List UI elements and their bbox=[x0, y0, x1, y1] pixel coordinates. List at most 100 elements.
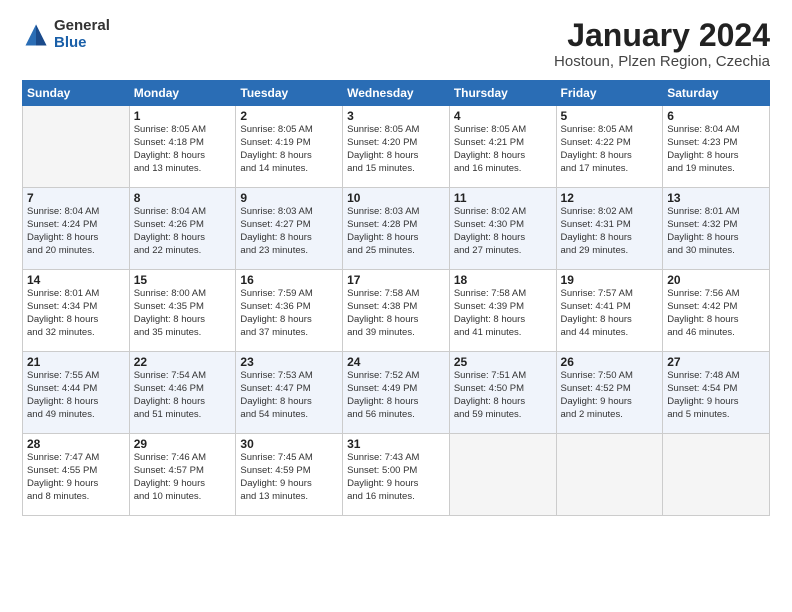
table-row: 21Sunrise: 7:55 AMSunset: 4:44 PMDayligh… bbox=[23, 352, 130, 434]
calendar-week-row: 7Sunrise: 8:04 AMSunset: 4:24 PMDaylight… bbox=[23, 188, 770, 270]
table-row: 7Sunrise: 8:04 AMSunset: 4:24 PMDaylight… bbox=[23, 188, 130, 270]
cell-content: Sunrise: 8:05 AMSunset: 4:21 PMDaylight:… bbox=[454, 124, 552, 175]
calendar-table: Sunday Monday Tuesday Wednesday Thursday… bbox=[22, 80, 770, 516]
page: General Blue January 2024 Hostoun, Plzen… bbox=[0, 0, 792, 612]
day-number: 7 bbox=[27, 191, 125, 205]
calendar-week-row: 1Sunrise: 8:05 AMSunset: 4:18 PMDaylight… bbox=[23, 106, 770, 188]
table-row bbox=[449, 434, 556, 516]
day-number: 3 bbox=[347, 109, 445, 123]
table-row: 30Sunrise: 7:45 AMSunset: 4:59 PMDayligh… bbox=[236, 434, 343, 516]
table-row: 10Sunrise: 8:03 AMSunset: 4:28 PMDayligh… bbox=[343, 188, 450, 270]
table-row bbox=[556, 434, 663, 516]
cell-content: Sunrise: 7:55 AMSunset: 4:44 PMDaylight:… bbox=[27, 370, 125, 421]
cell-content: Sunrise: 7:58 AMSunset: 4:38 PMDaylight:… bbox=[347, 288, 445, 339]
day-number: 25 bbox=[454, 355, 552, 369]
day-number: 1 bbox=[134, 109, 232, 123]
day-number: 2 bbox=[240, 109, 338, 123]
table-row: 17Sunrise: 7:58 AMSunset: 4:38 PMDayligh… bbox=[343, 270, 450, 352]
table-row: 25Sunrise: 7:51 AMSunset: 4:50 PMDayligh… bbox=[449, 352, 556, 434]
header-wednesday: Wednesday bbox=[343, 81, 450, 106]
day-number: 19 bbox=[561, 273, 659, 287]
cell-content: Sunrise: 8:04 AMSunset: 4:26 PMDaylight:… bbox=[134, 206, 232, 257]
day-number: 8 bbox=[134, 191, 232, 205]
table-row bbox=[23, 106, 130, 188]
cell-content: Sunrise: 7:52 AMSunset: 4:49 PMDaylight:… bbox=[347, 370, 445, 421]
table-row: 6Sunrise: 8:04 AMSunset: 4:23 PMDaylight… bbox=[663, 106, 770, 188]
cell-content: Sunrise: 8:01 AMSunset: 4:32 PMDaylight:… bbox=[667, 206, 765, 257]
cell-content: Sunrise: 8:05 AMSunset: 4:19 PMDaylight:… bbox=[240, 124, 338, 175]
cell-content: Sunrise: 8:03 AMSunset: 4:27 PMDaylight:… bbox=[240, 206, 338, 257]
table-row: 27Sunrise: 7:48 AMSunset: 4:54 PMDayligh… bbox=[663, 352, 770, 434]
header: General Blue January 2024 Hostoun, Plzen… bbox=[22, 18, 770, 70]
table-row: 8Sunrise: 8:04 AMSunset: 4:26 PMDaylight… bbox=[129, 188, 236, 270]
title-block: January 2024 Hostoun, Plzen Region, Czec… bbox=[554, 18, 770, 70]
day-number: 31 bbox=[347, 437, 445, 451]
calendar-subtitle: Hostoun, Plzen Region, Czechia bbox=[554, 53, 770, 70]
day-number: 13 bbox=[667, 191, 765, 205]
header-thursday: Thursday bbox=[449, 81, 556, 106]
table-row: 15Sunrise: 8:00 AMSunset: 4:35 PMDayligh… bbox=[129, 270, 236, 352]
table-row: 24Sunrise: 7:52 AMSunset: 4:49 PMDayligh… bbox=[343, 352, 450, 434]
day-number: 18 bbox=[454, 273, 552, 287]
table-row: 1Sunrise: 8:05 AMSunset: 4:18 PMDaylight… bbox=[129, 106, 236, 188]
table-row: 23Sunrise: 7:53 AMSunset: 4:47 PMDayligh… bbox=[236, 352, 343, 434]
table-row: 19Sunrise: 7:57 AMSunset: 4:41 PMDayligh… bbox=[556, 270, 663, 352]
day-number: 6 bbox=[667, 109, 765, 123]
cell-content: Sunrise: 8:01 AMSunset: 4:34 PMDaylight:… bbox=[27, 288, 125, 339]
logo: General Blue bbox=[22, 18, 110, 51]
day-number: 27 bbox=[667, 355, 765, 369]
header-sunday: Sunday bbox=[23, 81, 130, 106]
cell-content: Sunrise: 7:51 AMSunset: 4:50 PMDaylight:… bbox=[454, 370, 552, 421]
cell-content: Sunrise: 8:05 AMSunset: 4:22 PMDaylight:… bbox=[561, 124, 659, 175]
day-number: 15 bbox=[134, 273, 232, 287]
day-number: 4 bbox=[454, 109, 552, 123]
table-row: 18Sunrise: 7:58 AMSunset: 4:39 PMDayligh… bbox=[449, 270, 556, 352]
calendar-week-row: 28Sunrise: 7:47 AMSunset: 4:55 PMDayligh… bbox=[23, 434, 770, 516]
day-number: 20 bbox=[667, 273, 765, 287]
day-number: 29 bbox=[134, 437, 232, 451]
day-number: 30 bbox=[240, 437, 338, 451]
cell-content: Sunrise: 7:58 AMSunset: 4:39 PMDaylight:… bbox=[454, 288, 552, 339]
cell-content: Sunrise: 8:05 AMSunset: 4:20 PMDaylight:… bbox=[347, 124, 445, 175]
table-row: 9Sunrise: 8:03 AMSunset: 4:27 PMDaylight… bbox=[236, 188, 343, 270]
day-number: 26 bbox=[561, 355, 659, 369]
cell-content: Sunrise: 7:59 AMSunset: 4:36 PMDaylight:… bbox=[240, 288, 338, 339]
day-number: 14 bbox=[27, 273, 125, 287]
table-row: 16Sunrise: 7:59 AMSunset: 4:36 PMDayligh… bbox=[236, 270, 343, 352]
cell-content: Sunrise: 8:02 AMSunset: 4:30 PMDaylight:… bbox=[454, 206, 552, 257]
cell-content: Sunrise: 7:53 AMSunset: 4:47 PMDaylight:… bbox=[240, 370, 338, 421]
day-number: 24 bbox=[347, 355, 445, 369]
calendar-title: January 2024 bbox=[554, 18, 770, 53]
cell-content: Sunrise: 7:48 AMSunset: 4:54 PMDaylight:… bbox=[667, 370, 765, 421]
table-row: 31Sunrise: 7:43 AMSunset: 5:00 PMDayligh… bbox=[343, 434, 450, 516]
cell-content: Sunrise: 7:45 AMSunset: 4:59 PMDaylight:… bbox=[240, 452, 338, 503]
cell-content: Sunrise: 7:43 AMSunset: 5:00 PMDaylight:… bbox=[347, 452, 445, 503]
table-row: 28Sunrise: 7:47 AMSunset: 4:55 PMDayligh… bbox=[23, 434, 130, 516]
table-row: 14Sunrise: 8:01 AMSunset: 4:34 PMDayligh… bbox=[23, 270, 130, 352]
cell-content: Sunrise: 7:54 AMSunset: 4:46 PMDaylight:… bbox=[134, 370, 232, 421]
day-number: 10 bbox=[347, 191, 445, 205]
calendar-header-row: Sunday Monday Tuesday Wednesday Thursday… bbox=[23, 81, 770, 106]
table-row: 20Sunrise: 7:56 AMSunset: 4:42 PMDayligh… bbox=[663, 270, 770, 352]
header-monday: Monday bbox=[129, 81, 236, 106]
day-number: 22 bbox=[134, 355, 232, 369]
table-row: 11Sunrise: 8:02 AMSunset: 4:30 PMDayligh… bbox=[449, 188, 556, 270]
table-row: 4Sunrise: 8:05 AMSunset: 4:21 PMDaylight… bbox=[449, 106, 556, 188]
cell-content: Sunrise: 8:04 AMSunset: 4:24 PMDaylight:… bbox=[27, 206, 125, 257]
day-number: 12 bbox=[561, 191, 659, 205]
cell-content: Sunrise: 8:02 AMSunset: 4:31 PMDaylight:… bbox=[561, 206, 659, 257]
logo-text: General Blue bbox=[54, 18, 110, 51]
cell-content: Sunrise: 7:47 AMSunset: 4:55 PMDaylight:… bbox=[27, 452, 125, 503]
cell-content: Sunrise: 8:04 AMSunset: 4:23 PMDaylight:… bbox=[667, 124, 765, 175]
header-friday: Friday bbox=[556, 81, 663, 106]
day-number: 28 bbox=[27, 437, 125, 451]
table-row: 5Sunrise: 8:05 AMSunset: 4:22 PMDaylight… bbox=[556, 106, 663, 188]
day-number: 9 bbox=[240, 191, 338, 205]
table-row: 3Sunrise: 8:05 AMSunset: 4:20 PMDaylight… bbox=[343, 106, 450, 188]
cell-content: Sunrise: 7:56 AMSunset: 4:42 PMDaylight:… bbox=[667, 288, 765, 339]
logo-icon bbox=[22, 21, 50, 49]
cell-content: Sunrise: 8:03 AMSunset: 4:28 PMDaylight:… bbox=[347, 206, 445, 257]
calendar-week-row: 14Sunrise: 8:01 AMSunset: 4:34 PMDayligh… bbox=[23, 270, 770, 352]
logo-blue-text: Blue bbox=[54, 35, 110, 52]
table-row bbox=[663, 434, 770, 516]
